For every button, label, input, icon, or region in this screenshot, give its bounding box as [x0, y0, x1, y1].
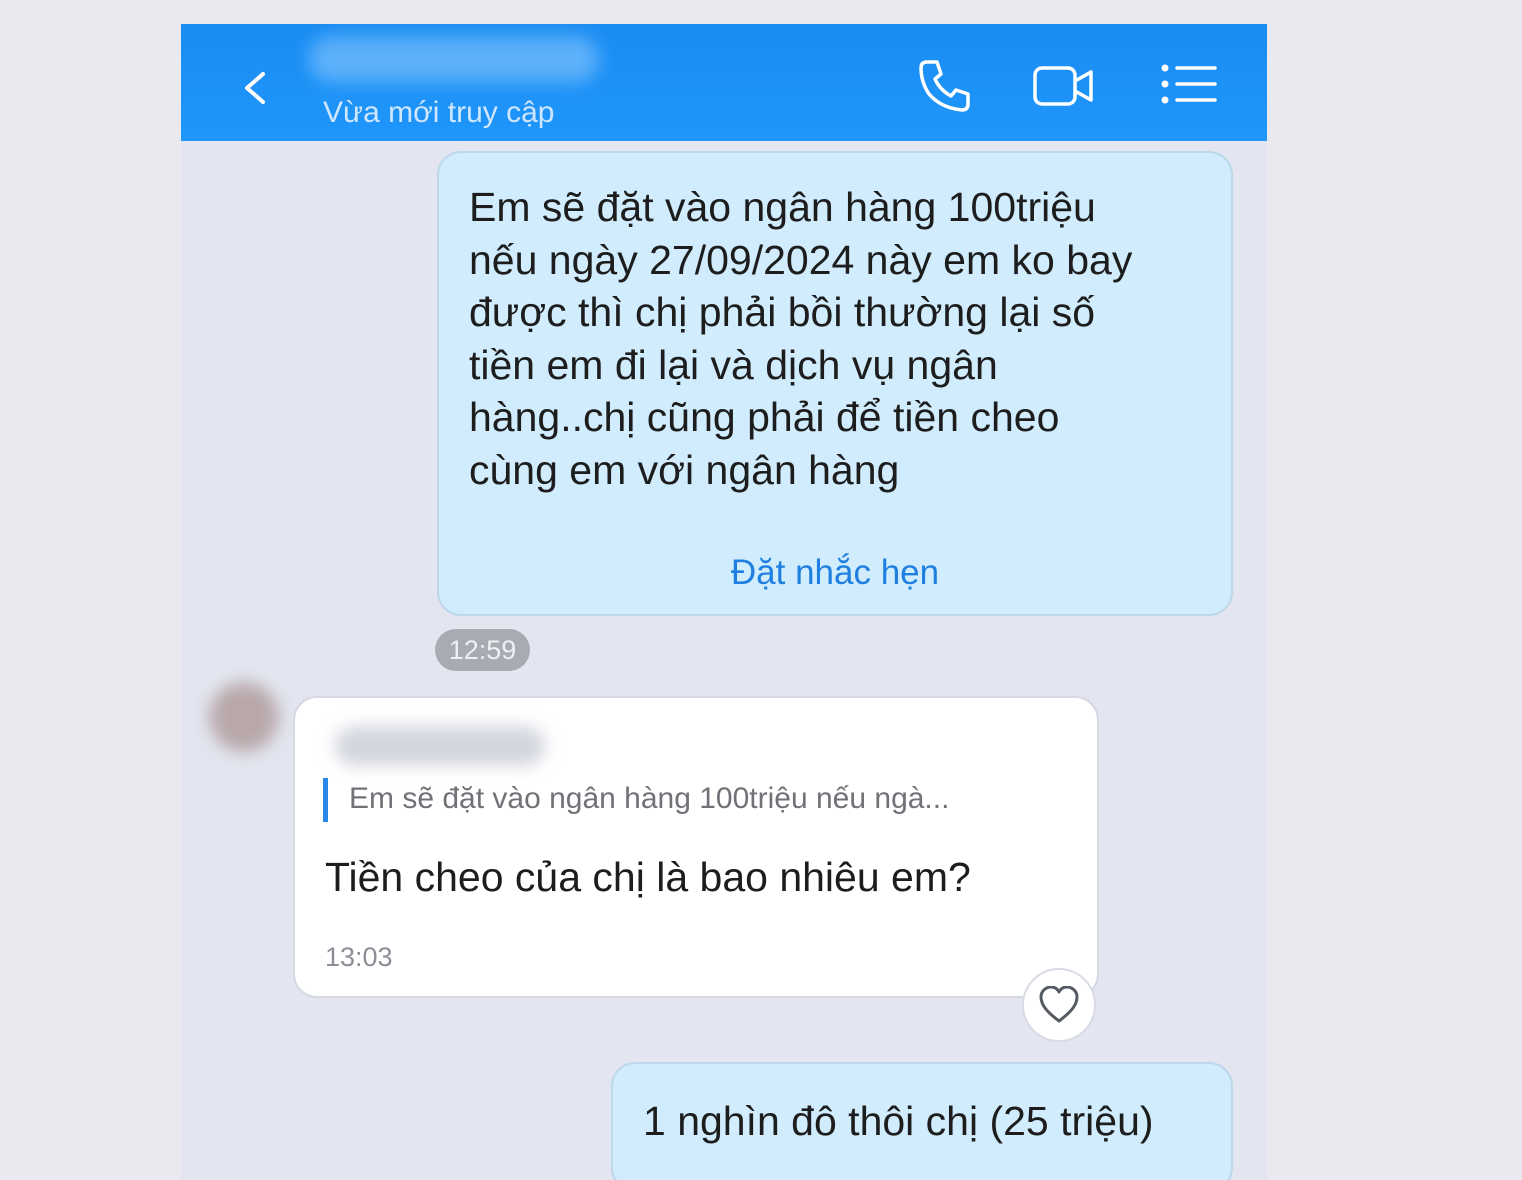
avatar[interactable] [209, 682, 279, 752]
react-heart-button[interactable] [1022, 968, 1096, 1042]
quote-bar [323, 778, 328, 822]
heart-icon [1039, 986, 1079, 1023]
video-icon[interactable] [1031, 54, 1095, 118]
outgoing-message-bubble[interactable]: Em sẽ đặt vào ngân hàng 100triệu nếu ngà… [437, 151, 1233, 616]
set-reminder-link[interactable]: Đặt nhắc hẹn [439, 553, 1231, 593]
message-text: 1 nghìn đô thôi chị (25 triệu) [643, 1098, 1154, 1144]
message-timestamp: 13:03 [325, 942, 393, 972]
list-menu-icon[interactable] [1157, 54, 1221, 118]
contact-name-blurred[interactable] [309, 36, 599, 82]
sender-name-blurred [335, 726, 545, 766]
contact-status: Vừa mới truy cập [323, 96, 555, 129]
quoted-message[interactable]: Em sẽ đặt vào ngân hàng 100triệu nếu ngà… [349, 782, 949, 816]
outgoing-message-bubble[interactable]: 1 nghìn đô thôi chị (25 triệu) [611, 1062, 1233, 1180]
message-text: Tiền cheo của chị là bao nhiêu em? [325, 854, 971, 900]
chat-header: Vừa mới truy cập [181, 24, 1267, 141]
chat-screen: Vừa mới truy cập Em sẽ đặt vào ngân hàng… [181, 24, 1267, 1180]
message-timestamp: 12:59 [435, 629, 530, 671]
message-text: Em sẽ đặt vào ngân hàng 100triệu nếu ngà… [469, 184, 1133, 493]
back-icon[interactable] [237, 66, 277, 110]
phone-icon[interactable] [913, 54, 977, 118]
incoming-message-bubble[interactable]: Em sẽ đặt vào ngân hàng 100triệu nếu ngà… [293, 696, 1099, 998]
